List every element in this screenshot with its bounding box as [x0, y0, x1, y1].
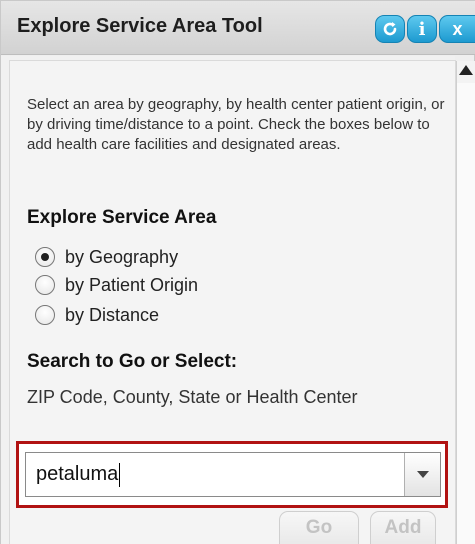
radio-label[interactable]: by Patient Origin — [65, 275, 198, 296]
search-description: ZIP Code, County, State or Health Center — [27, 387, 358, 407]
title-bar: Explore Service Area Tool i x — [1, 1, 475, 55]
explore-service-area-heading: Explore Service Area — [27, 207, 217, 228]
info-icon: i — [418, 18, 426, 40]
search-heading: Search to Go or Select: — [27, 351, 238, 372]
close-button[interactable]: x — [439, 15, 475, 43]
search-combobox[interactable]: petaluma — [25, 452, 441, 497]
chevron-down-icon — [416, 471, 429, 478]
explore-service-area-panel: Explore Service Area Tool i x Select an … — [0, 0, 475, 544]
scroll-up-arrow-icon[interactable] — [459, 65, 473, 75]
info-button[interactable]: i — [407, 15, 437, 43]
radio-button[interactable] — [35, 305, 55, 325]
radio-by-patient-origin[interactable]: by Patient Origin — [35, 273, 198, 297]
search-input[interactable]: petaluma — [36, 453, 121, 496]
add-button-label: Add — [384, 517, 422, 538]
radio-label[interactable]: by Distance — [65, 305, 159, 326]
search-input-value: petaluma — [36, 463, 119, 485]
go-button[interactable]: Go — [279, 511, 359, 544]
refresh-button[interactable] — [375, 15, 405, 43]
refresh-icon — [383, 22, 397, 36]
text-caret — [119, 462, 121, 487]
close-icon: x — [452, 18, 463, 39]
radio-by-geography[interactable]: by Geography — [35, 245, 178, 269]
window-title: Explore Service Area Tool — [17, 15, 263, 37]
radio-by-distance[interactable]: by Distance — [35, 303, 159, 327]
dropdown-button[interactable] — [404, 453, 440, 496]
radio-button[interactable] — [35, 275, 55, 295]
add-button[interactable]: Add — [370, 511, 436, 544]
vertical-scrollbar[interactable] — [456, 61, 475, 544]
scroll-track[interactable] — [457, 83, 475, 544]
go-button-label: Go — [305, 517, 333, 538]
radio-label[interactable]: by Geography — [65, 247, 178, 268]
intro-text: Select an area by geography, by health c… — [27, 96, 445, 153]
radio-button-checked[interactable] — [35, 247, 55, 267]
